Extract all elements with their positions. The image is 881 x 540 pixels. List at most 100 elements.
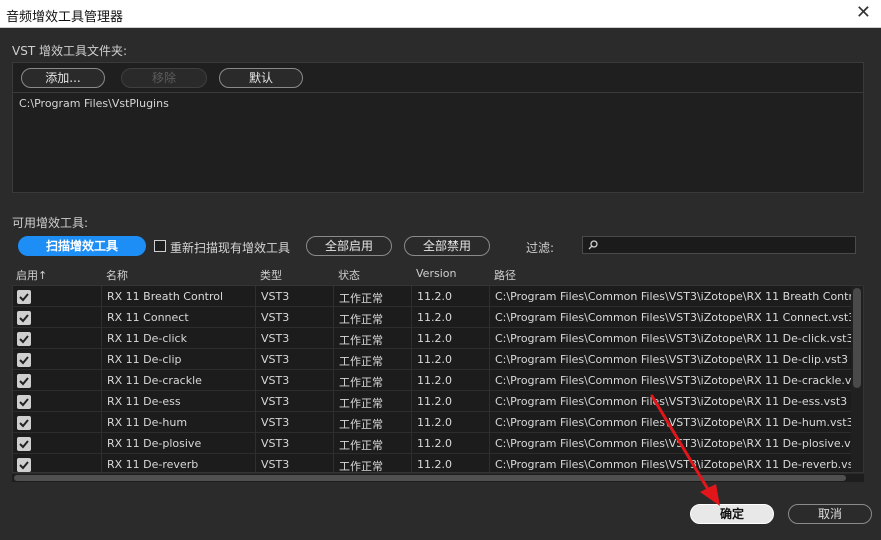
- column-divider: [411, 328, 412, 349]
- enable-checkbox[interactable]: [17, 395, 31, 409]
- cell-type: VST3: [261, 311, 290, 324]
- checkmark-icon: [19, 314, 29, 323]
- column-divider: [255, 286, 256, 307]
- column-divider: [101, 349, 102, 370]
- cell-version: 11.2.0: [417, 395, 452, 408]
- enable-all-button[interactable]: 全部启用: [306, 236, 392, 256]
- table-row[interactable]: RX 11 Breath Control VST3 工作正常 11.2.0 C:\Pro…: [13, 286, 863, 307]
- enable-checkbox[interactable]: [17, 311, 31, 325]
- header-status[interactable]: 状态: [338, 267, 360, 283]
- column-divider: [101, 412, 102, 433]
- column-divider: [489, 349, 490, 370]
- cell-type: VST3: [261, 458, 290, 471]
- cell-status: 工作正常: [339, 334, 383, 347]
- cell-name: RX 11 De-click: [107, 332, 187, 345]
- filter-input[interactable]: [582, 236, 856, 254]
- cell-status: 工作正常: [339, 376, 383, 389]
- cancel-button[interactable]: 取消: [788, 504, 872, 524]
- cell-status: 工作正常: [339, 418, 383, 431]
- cell-type: VST3: [261, 374, 290, 387]
- enable-checkbox[interactable]: [17, 353, 31, 367]
- column-divider: [255, 370, 256, 391]
- cell-type: VST3: [261, 437, 290, 450]
- column-divider: [255, 391, 256, 412]
- cell-version: 11.2.0: [417, 374, 452, 387]
- column-divider: [333, 391, 334, 412]
- filter-label: 过滤:: [526, 241, 555, 255]
- column-divider: [489, 328, 490, 349]
- header-enabled[interactable]: 启用↑: [16, 267, 47, 283]
- column-divider: [489, 391, 490, 412]
- checkmark-icon: [19, 335, 29, 344]
- column-divider: [333, 412, 334, 433]
- column-divider: [411, 433, 412, 454]
- column-divider: [101, 286, 102, 307]
- rescan-existing-label[interactable]: 重新扫描现有增效工具: [170, 239, 290, 256]
- checkmark-icon: [19, 356, 29, 365]
- cell-path: C:\Program Files\Common Files\VST3\iZoto…: [495, 374, 864, 387]
- enable-checkbox[interactable]: [17, 374, 31, 388]
- table-row[interactable]: RX 11 Connect VST3 工作正常 11.2.0 C:\Program Fi…: [13, 307, 855, 328]
- cell-status: 工作正常: [339, 313, 383, 326]
- title-bar: 音频增效工具管理器 ✕: [0, 0, 881, 28]
- close-icon[interactable]: ✕: [856, 2, 871, 23]
- table-vertical-scrollbar[interactable]: [851, 286, 863, 472]
- column-divider: [411, 412, 412, 433]
- scan-plugins-button[interactable]: 扫描增效工具: [18, 236, 146, 256]
- table-row[interactable]: RX 11 De-crackle VST3 工作正常 11.2.0 C:\Program…: [13, 370, 863, 391]
- default-folder-button[interactable]: 默认: [219, 68, 303, 88]
- remove-folder-button[interactable]: 移除: [121, 68, 207, 88]
- vertical-scroll-thumb[interactable]: [853, 288, 861, 388]
- header-name[interactable]: 名称: [106, 267, 128, 283]
- cell-path: C:\Program Files\Common Files\VST3\iZoto…: [495, 332, 854, 345]
- checkmark-icon: [19, 440, 29, 449]
- cell-name: RX 11 De-clip: [107, 353, 182, 366]
- column-divider: [255, 412, 256, 433]
- table-row[interactable]: RX 11 De-click VST3 工作正常 11.2.0 C:\Program F…: [13, 328, 854, 349]
- checkmark-icon: [19, 377, 29, 386]
- header-path[interactable]: 路径: [494, 267, 516, 283]
- column-divider: [411, 307, 412, 328]
- column-divider: [101, 454, 102, 472]
- table-row[interactable]: RX 11 De-clip VST3 工作正常 11.2.0 C:\Program Fi…: [13, 349, 851, 370]
- cell-status: 工作正常: [339, 355, 383, 368]
- column-divider: [255, 328, 256, 349]
- enable-checkbox[interactable]: [17, 332, 31, 346]
- plugins-table: RX 11 Breath Control VST3 工作正常 11.2.0 C:\Pro…: [12, 285, 864, 473]
- column-divider: [333, 433, 334, 454]
- ok-button[interactable]: 确定: [690, 504, 774, 524]
- horizontal-scroll-thumb[interactable]: [14, 475, 846, 481]
- checkmark-icon: [19, 398, 29, 407]
- vst-folder-path[interactable]: C:\Program Files\VstPlugins: [19, 97, 169, 110]
- cell-version: 11.2.0: [417, 437, 452, 450]
- table-row[interactable]: RX 11 De-ess VST3 工作正常 11.2.0 C:\Program Fil…: [13, 391, 851, 412]
- column-divider: [411, 370, 412, 391]
- column-divider: [411, 454, 412, 472]
- cell-version: 11.2.0: [417, 311, 452, 324]
- table-row[interactable]: RX 11 De-plosive VST3 工作正常 11.2.0 C:\Program…: [13, 433, 863, 454]
- cell-path: C:\Program Files\Common Files\VST3\iZoto…: [495, 395, 848, 408]
- enable-checkbox[interactable]: [17, 458, 31, 472]
- add-folder-button[interactable]: 添加...: [21, 68, 105, 88]
- table-horizontal-scrollbar[interactable]: [12, 474, 864, 482]
- column-divider: [411, 286, 412, 307]
- cell-status: 工作正常: [339, 292, 383, 305]
- checkmark-icon: [19, 461, 29, 470]
- rescan-existing-checkbox[interactable]: [154, 240, 166, 252]
- table-row[interactable]: RX 11 De-reverb VST3 工作正常 11.2.0 C:\Program …: [13, 454, 863, 472]
- disable-all-button[interactable]: 全部禁用: [404, 236, 490, 256]
- cell-name: RX 11 De-ess: [107, 395, 181, 408]
- enable-checkbox[interactable]: [17, 437, 31, 451]
- enable-checkbox[interactable]: [17, 290, 31, 304]
- cell-name: RX 11 Connect: [107, 311, 189, 324]
- table-row[interactable]: RX 11 De-hum VST3 工作正常 11.2.0 C:\Program Fil…: [13, 412, 854, 433]
- column-divider: [255, 349, 256, 370]
- cell-path: C:\Program Files\Common Files\VST3\iZoto…: [495, 353, 849, 366]
- cell-name: RX 11 Breath Control: [107, 290, 224, 303]
- enable-checkbox[interactable]: [17, 416, 31, 430]
- header-type[interactable]: 类型: [260, 267, 282, 283]
- column-divider: [333, 307, 334, 328]
- cell-type: VST3: [261, 290, 290, 303]
- header-version[interactable]: Version: [416, 267, 456, 280]
- cell-status: 工作正常: [339, 397, 383, 410]
